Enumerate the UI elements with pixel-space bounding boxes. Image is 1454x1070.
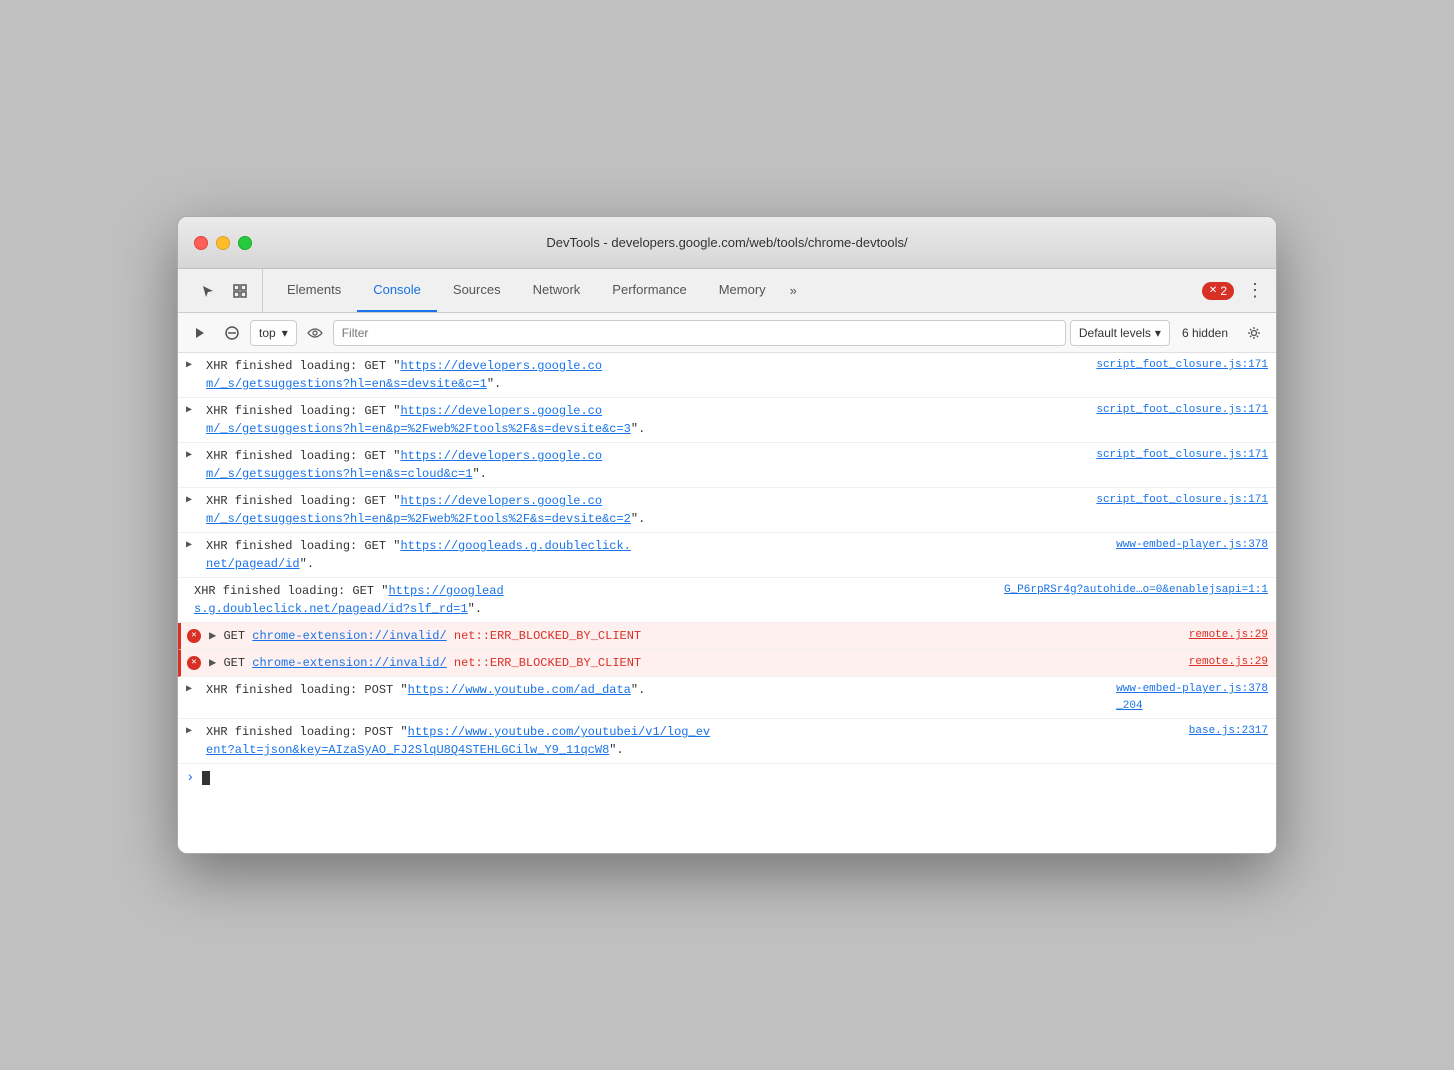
- log-content: ▶ GET chrome-extension://invalid/ net::E…: [209, 627, 1268, 645]
- cursor: [202, 771, 210, 785]
- log-link[interactable]: chrome-extension://invalid/: [252, 656, 446, 670]
- inspect-icon: [233, 284, 247, 298]
- log-source[interactable]: script_foot_closure.js:171: [1096, 402, 1268, 419]
- log-entry: ▶ XHR finished loading: GET "https://dev…: [178, 488, 1276, 533]
- log-source[interactable]: G_P6rpRSr4g?autohide…o=0&enablejsapi=1:1: [1004, 582, 1268, 599]
- log-text: XHR finished loading: GET "https://devel…: [206, 357, 1080, 393]
- log-content: XHR finished loading: GET "https://devel…: [206, 402, 1268, 438]
- console-output: ▶ XHR finished loading: GET "https://dev…: [178, 353, 1276, 853]
- log-content: XHR finished loading: GET "https://googl…: [194, 582, 1268, 618]
- error-circle-icon: ✕: [187, 656, 201, 670]
- expand-arrow[interactable]: ▶: [186, 358, 192, 373]
- log-entry: ▶ XHR finished loading: POST "https://ww…: [178, 677, 1276, 719]
- tab-network[interactable]: Network: [517, 269, 597, 312]
- console-toolbar: top ▾ Default levels ▾ 6 hidden: [178, 313, 1276, 353]
- log-entry: ▶ XHR finished loading: GET "https://goo…: [178, 533, 1276, 578]
- log-source[interactable]: base.js:2317: [1189, 723, 1268, 740]
- traffic-lights: [194, 236, 252, 250]
- log-content: ▶ GET chrome-extension://invalid/ net::E…: [209, 654, 1268, 672]
- inspect-icon-btn[interactable]: [226, 277, 254, 305]
- log-text: XHR finished loading: GET "https://devel…: [206, 492, 1080, 528]
- context-selector[interactable]: top ▾: [250, 320, 297, 346]
- cursor-icon: [201, 284, 215, 298]
- log-entry: ▶ XHR finished loading: POST "https://ww…: [178, 719, 1276, 764]
- maximize-button[interactable]: [238, 236, 252, 250]
- log-source[interactable]: www-embed-player.js:378_204: [1116, 681, 1268, 714]
- log-content: XHR finished loading: GET "https://devel…: [206, 357, 1268, 393]
- log-text: XHR finished loading: POST "https://www.…: [206, 681, 1100, 699]
- log-entry-error: ✕ ▶ GET chrome-extension://invalid/ net:…: [178, 623, 1276, 650]
- log-text: XHR finished loading: GET "https://googl…: [194, 582, 988, 618]
- expand-arrow[interactable]: ▶: [186, 493, 192, 508]
- prompt-arrow: ›: [186, 770, 194, 786]
- log-source[interactable]: remote.js:29: [1189, 654, 1268, 671]
- devtools-window: DevTools - developers.google.com/web/too…: [177, 216, 1277, 854]
- live-expressions-btn[interactable]: [301, 319, 329, 347]
- log-text: ▶ GET chrome-extension://invalid/ net::E…: [209, 627, 1173, 645]
- log-source[interactable]: remote.js:29: [1189, 627, 1268, 644]
- expand-arrow[interactable]: ▶: [186, 538, 192, 553]
- filter-input[interactable]: [333, 320, 1066, 346]
- expand-arrow[interactable]: ▶: [186, 448, 192, 463]
- tab-bar: Elements Console Sources Network Perform…: [178, 269, 1276, 313]
- log-source[interactable]: script_foot_closure.js:171: [1096, 447, 1268, 464]
- minimize-button[interactable]: [216, 236, 230, 250]
- clear-console-btn[interactable]: [218, 319, 246, 347]
- run-icon: [193, 326, 207, 340]
- log-levels-btn[interactable]: Default levels ▾: [1070, 320, 1170, 346]
- eye-icon: [307, 327, 323, 339]
- tab-console[interactable]: Console: [357, 269, 437, 312]
- log-text: XHR finished loading: GET "https://googl…: [206, 537, 1100, 573]
- log-content: XHR finished loading: GET "https://googl…: [206, 537, 1268, 573]
- error-count-badge[interactable]: 2: [1202, 282, 1234, 300]
- log-link[interactable]: https://www.youtube.com/ad_data: [408, 683, 631, 697]
- expand-arrow[interactable]: ▶: [186, 403, 192, 418]
- cursor-icon-btn[interactable]: [194, 277, 222, 305]
- log-entry: ▶ XHR finished loading: GET "https://dev…: [178, 443, 1276, 488]
- tab-performance[interactable]: Performance: [596, 269, 702, 312]
- chevron-down-icon: ▾: [282, 326, 288, 340]
- log-content: XHR finished loading: GET "https://devel…: [206, 447, 1268, 483]
- log-entry: XHR finished loading: GET "https://googl…: [178, 578, 1276, 623]
- log-text: XHR finished loading: GET "https://devel…: [206, 447, 1080, 483]
- log-source[interactable]: www-embed-player.js:378: [1116, 537, 1268, 554]
- window-title: DevTools - developers.google.com/web/too…: [546, 235, 907, 250]
- hidden-count: 6 hidden: [1174, 326, 1236, 340]
- tab-sources[interactable]: Sources: [437, 269, 517, 312]
- devtools-menu-btn[interactable]: ⋮: [1242, 280, 1268, 301]
- close-button[interactable]: [194, 236, 208, 250]
- more-tabs-btn[interactable]: »: [782, 269, 805, 312]
- tab-elements[interactable]: Elements: [271, 269, 357, 312]
- toolbar-icons: [186, 269, 263, 312]
- error-circle-icon: ✕: [187, 629, 201, 643]
- log-link[interactable]: chrome-extension://invalid/: [252, 629, 446, 643]
- log-text: XHR finished loading: GET "https://devel…: [206, 402, 1080, 438]
- log-text: ▶ GET chrome-extension://invalid/ net::E…: [209, 654, 1173, 672]
- log-source[interactable]: script_foot_closure.js:171: [1096, 357, 1268, 374]
- clear-icon: [225, 326, 239, 340]
- log-content: XHR finished loading: POST "https://www.…: [206, 681, 1268, 714]
- console-prompt[interactable]: ›: [178, 764, 1276, 792]
- tab-right-controls: 2 ⋮: [1202, 269, 1268, 312]
- log-entry-error: ✕ ▶ GET chrome-extension://invalid/ net:…: [178, 650, 1276, 677]
- run-script-btn[interactable]: [186, 319, 214, 347]
- title-bar: DevTools - developers.google.com/web/too…: [178, 217, 1276, 269]
- gear-icon: [1247, 326, 1261, 340]
- log-entry: ▶ XHR finished loading: GET "https://dev…: [178, 353, 1276, 398]
- log-source[interactable]: script_foot_closure.js:171: [1096, 492, 1268, 509]
- expand-arrow[interactable]: ▶: [186, 724, 192, 739]
- tab-memory[interactable]: Memory: [703, 269, 782, 312]
- log-text: XHR finished loading: POST "https://www.…: [206, 723, 1173, 759]
- log-entry: ▶ XHR finished loading: GET "https://dev…: [178, 398, 1276, 443]
- log-content: XHR finished loading: POST "https://www.…: [206, 723, 1268, 759]
- log-content: XHR finished loading: GET "https://devel…: [206, 492, 1268, 528]
- levels-chevron-icon: ▾: [1155, 326, 1161, 340]
- expand-arrow[interactable]: ▶: [186, 682, 192, 697]
- console-settings-btn[interactable]: [1240, 319, 1268, 347]
